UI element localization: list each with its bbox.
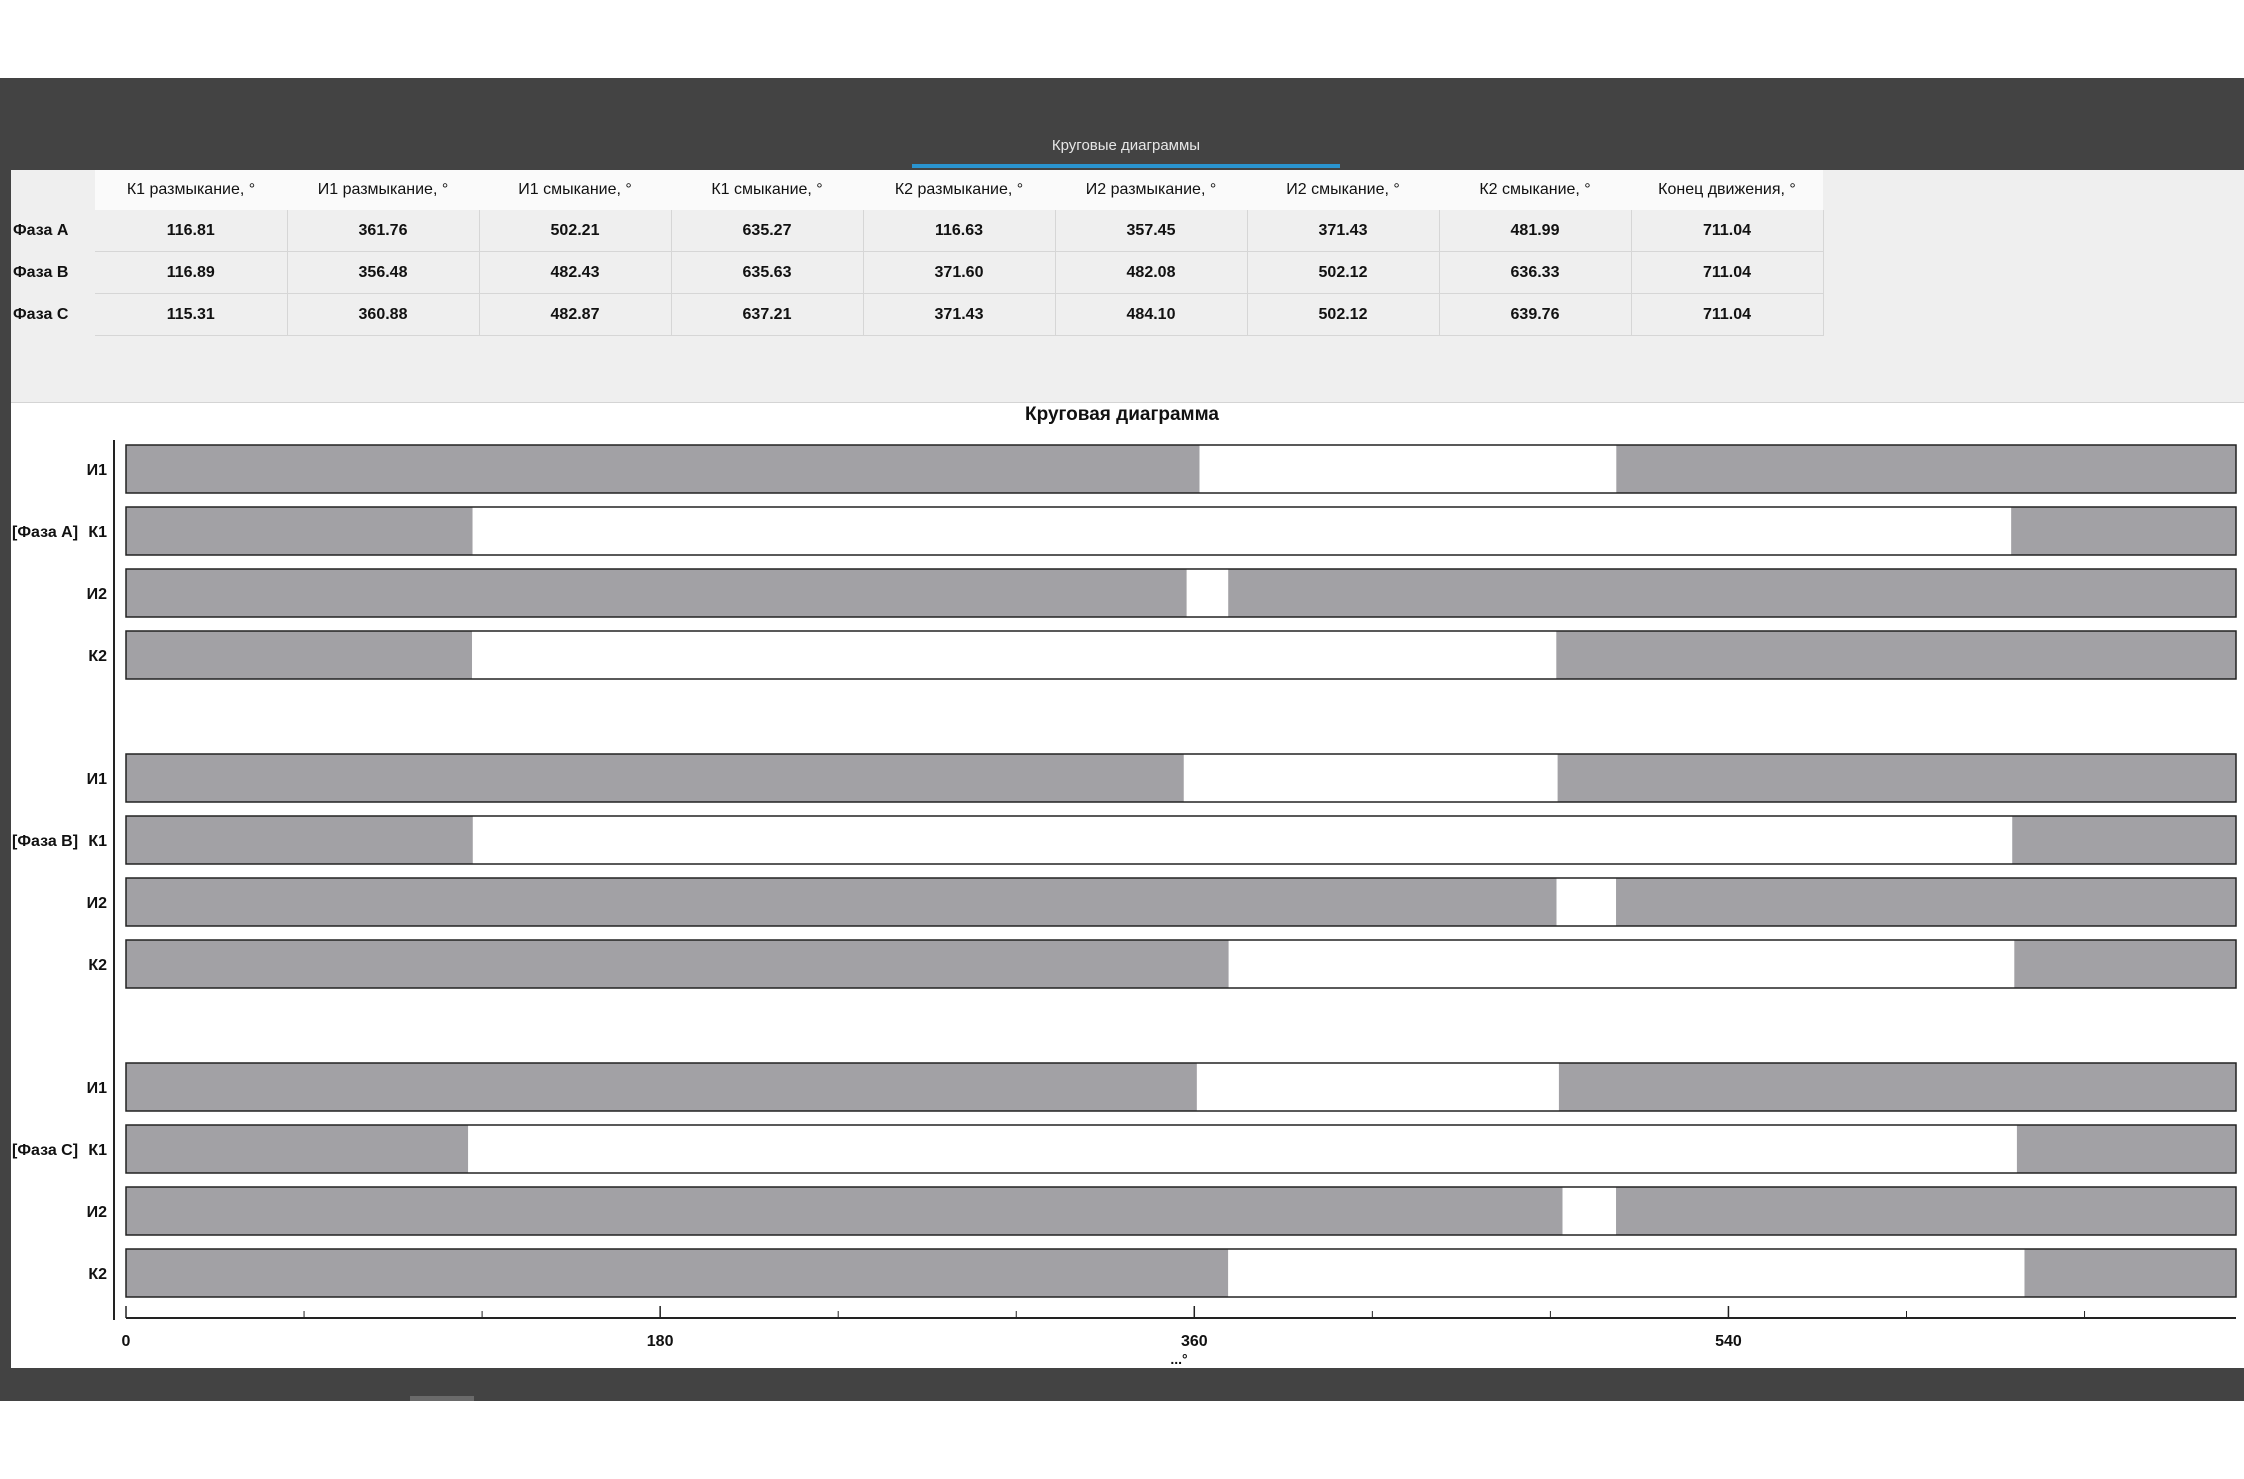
closed-segment — [2014, 940, 2236, 988]
closed-segment — [1558, 1063, 2236, 1111]
open-segment — [1228, 940, 2015, 988]
closed-segment — [2024, 1249, 2236, 1297]
row-label: И2 — [87, 1204, 108, 1221]
open-segment — [1186, 569, 1229, 617]
group-label: [Фаза А] — [12, 524, 78, 541]
open-segment — [1228, 1249, 2025, 1297]
open-segment — [472, 631, 1557, 679]
open-segment — [472, 507, 2012, 555]
row-label: И1 — [87, 771, 108, 788]
row-label: К1 — [88, 1142, 107, 1159]
closed-segment — [126, 1187, 1563, 1235]
closed-segment — [1557, 754, 2236, 802]
open-segment — [1183, 754, 1558, 802]
closed-segment — [126, 816, 473, 864]
group-label: [Фаза С] — [12, 1142, 78, 1159]
open-segment — [1199, 445, 1617, 493]
row-label: И1 — [87, 1080, 108, 1097]
open-segment — [1556, 878, 1617, 926]
closed-segment — [126, 878, 1557, 926]
closed-segment — [126, 940, 1229, 988]
circular-diagram-chart: И1 К1 [Фаза А] И2 К2 И1 К1 [Фаза В] И2 К2 И1 К1 [Фаз… — [12, 440, 2237, 1367]
closed-segment — [1616, 445, 2236, 493]
closed-segment — [126, 1125, 469, 1173]
closed-segment — [1616, 1187, 2236, 1235]
closed-segment — [126, 507, 473, 555]
x-tick-label: 360 — [1181, 1333, 1208, 1350]
open-segment — [1196, 1063, 1559, 1111]
row-label: К1 — [88, 524, 107, 541]
row-label: И1 — [87, 462, 108, 479]
closed-segment — [126, 631, 473, 679]
row-label: И2 — [87, 895, 108, 912]
open-segment — [1562, 1187, 1617, 1235]
row-label: К1 — [88, 833, 107, 850]
closed-segment — [126, 1249, 1229, 1297]
open-segment — [472, 816, 2013, 864]
closed-segment — [1616, 878, 2236, 926]
x-tick-label: 0 — [122, 1333, 131, 1350]
closed-segment — [126, 569, 1187, 617]
closed-segment — [1556, 631, 2236, 679]
closed-segment — [126, 445, 1200, 493]
open-segment — [468, 1125, 2017, 1173]
x-tick-label: 540 — [1715, 1333, 1742, 1350]
closed-segment — [2011, 507, 2236, 555]
closed-segment — [126, 1063, 1197, 1111]
closed-segment — [1228, 569, 2236, 617]
closed-segment — [2016, 1125, 2236, 1173]
row-label: И2 — [87, 586, 108, 603]
x-tick-label: 180 — [647, 1333, 674, 1350]
row-label: К2 — [88, 957, 107, 974]
x-axis-label: ...° — [1170, 1351, 1187, 1367]
closed-segment — [126, 754, 1184, 802]
closed-segment — [2012, 816, 2236, 864]
row-label: К2 — [88, 1266, 107, 1283]
row-label: К2 — [88, 648, 107, 665]
group-label: [Фаза В] — [12, 833, 78, 850]
